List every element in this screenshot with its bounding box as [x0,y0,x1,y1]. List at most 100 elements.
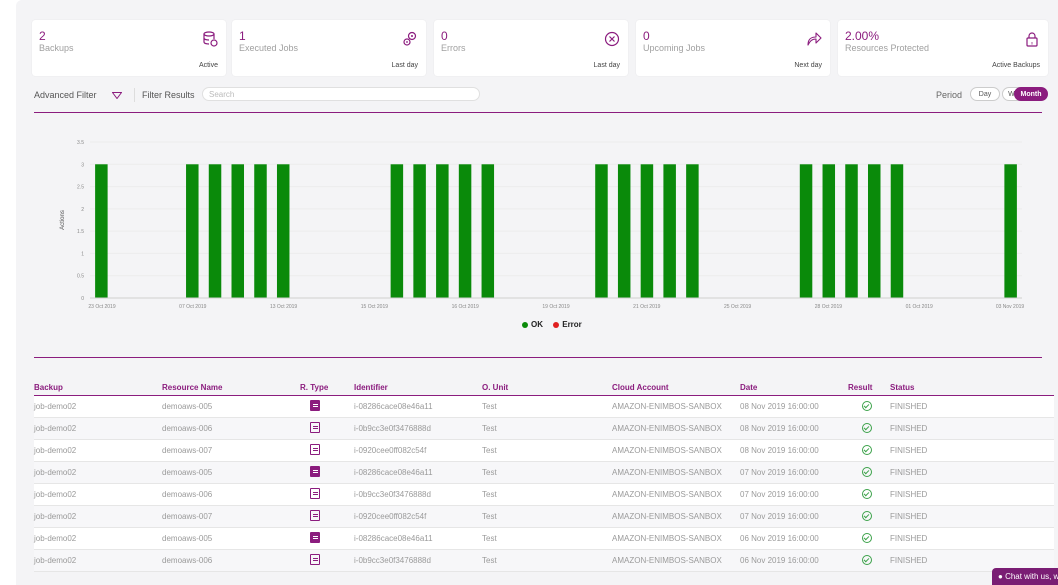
col-date[interactable]: Date [740,380,848,396]
backup-cell: job-demo02 [34,505,162,528]
check-circle-icon [862,466,872,477]
r-type-cell [300,439,354,462]
server-icon [310,510,320,521]
cloud-account-cell: AMAZON-ENIMBOS-SANBOX [612,395,740,418]
date-cell: 07 Nov 2019 16:00:00 [740,461,848,484]
identifier-cell: i-08286cace08e46a11 [354,461,482,484]
ok-bar [276,164,290,298]
result-cell [848,505,890,528]
filter-divider [134,88,135,102]
identifier-cell: i-0920cee0ff082c54f [354,505,482,528]
chat-widget-button[interactable]: ● Chat with us, w [992,568,1058,585]
legend-error-label[interactable]: Error [562,320,582,329]
backup-cell: job-demo02 [34,549,162,572]
ok-bar [413,164,426,298]
ok-bar [845,164,858,298]
period-day-button[interactable]: Day [970,87,1000,101]
x-tick-label: 19 Oct 2019 [542,304,569,310]
cloud-account-cell: AMAZON-ENIMBOS-SANBOX [612,549,740,572]
col-cloud-account[interactable]: Cloud Account [612,380,740,396]
table-row[interactable]: job-demo02 demoaws-007 i-0920cee0ff082c54f… [34,505,1054,528]
o-unit-cell: Test [482,395,612,418]
status-cell: FINISHED [890,439,1054,462]
identifier-cell: i-0b9cc3e0f3476888d [354,549,482,572]
svg-text:0: 0 [1031,41,1034,46]
filter-results-label: Filter Results [142,90,195,100]
legend-ok-label[interactable]: OK [531,320,543,329]
ok-bar [458,164,472,298]
card-resources-protected[interactable]: 2.00% Resources Protected 0 Active Backu… [838,20,1048,76]
result-cell [848,527,890,550]
ok-bar [890,164,904,298]
status-cell: FINISHED [890,527,1054,550]
resource-name-cell: demoaws-006 [162,483,300,506]
backup-cell: job-demo02 [34,527,162,550]
cloud-account-cell: AMAZON-ENIMBOS-SANBOX [612,439,740,462]
x-tick-label: 23 Oct 2019 [88,304,115,310]
result-cell [848,461,890,484]
date-cell: 06 Nov 2019 16:00:00 [740,549,848,572]
resource-name-cell: demoaws-007 [162,439,300,462]
ok-bar [595,164,608,298]
status-cell: FINISHED [890,483,1054,506]
col-resource-name[interactable]: Resource Name [162,380,300,396]
x-tick-label: 07 Oct 2019 [179,304,206,310]
col-backup[interactable]: Backup [34,380,162,396]
table-row[interactable]: job-demo02 demoaws-007 i-0920cee0ff082c54f… [34,439,1054,462]
cloud-account-cell: AMAZON-ENIMBOS-SANBOX [612,417,740,440]
status-cell: FINISHED [890,395,1054,418]
card-resources-count: 2.00% [845,29,880,43]
col-result[interactable]: Result [848,380,890,396]
chat-label: Chat with us, w [1005,572,1058,581]
card-backups[interactable]: 2 Backups Active [32,20,226,76]
search-input[interactable]: Search [202,87,480,101]
col-identifier[interactable]: Identifier [354,380,482,396]
table-row[interactable]: job-demo02 demoaws-005 i-08286cace08e46a11… [34,395,1054,418]
result-cell [848,395,890,418]
filter-funnel-icon[interactable] [112,92,122,99]
table-row[interactable]: job-demo02 demoaws-005 i-08286cace08e46a11… [34,461,1054,484]
ok-bar [1004,164,1017,298]
forward-arrow-icon [807,32,822,46]
card-errors-count: 0 [441,29,448,43]
table-row[interactable]: job-demo02 demoaws-006 i-0b9cc3e0f3476888d… [34,549,1054,572]
ok-bar [208,164,222,298]
col-status[interactable]: Status [890,380,1054,396]
y-tick-label: 2.5 [77,185,84,191]
table-row[interactable]: job-demo02 demoaws-006 i-0b9cc3e0f3476888d… [34,483,1054,506]
card-errors[interactable]: 0 Errors Last day [434,20,628,76]
result-cell [848,439,890,462]
server-icon [310,554,320,565]
ok-bar [686,164,699,298]
date-cell: 07 Nov 2019 16:00:00 [740,483,848,506]
identifier-cell: i-0b9cc3e0f3476888d [354,483,482,506]
result-cell [848,417,890,440]
y-tick-label: 1 [81,251,84,257]
o-unit-cell: Test [482,417,612,440]
period-month-button[interactable]: Month [1014,87,1048,101]
database-icon [203,31,218,47]
table-row[interactable]: job-demo02 demoaws-005 i-08286cace08e46a11… [34,527,1054,550]
check-circle-icon [862,532,872,543]
server-icon [310,400,320,411]
y-tick-label: 3.5 [77,140,84,146]
card-executed-jobs[interactable]: 1 Executed Jobs Last day [232,20,426,76]
gears-icon [403,31,417,46]
x-tick-label: 28 Oct 2019 [815,304,842,310]
advanced-filter-toggle[interactable]: Advanced Filter [34,90,97,100]
table-top-divider [34,357,1042,358]
legend-ok-dot [522,321,528,328]
o-unit-cell: Test [482,527,612,550]
col-r-type[interactable]: R. Type [300,380,354,396]
server-icon [310,466,320,477]
card-upcoming-jobs[interactable]: 0 Upcoming Jobs Next day [636,20,830,76]
col-o-unit[interactable]: O. Unit [482,380,612,396]
date-cell: 06 Nov 2019 16:00:00 [740,527,848,550]
x-tick-label: 03 Nov 2019 [996,304,1025,310]
identifier-cell: i-0920cee0ff082c54f [354,439,482,462]
table-row[interactable]: job-demo02 demoaws-006 i-0b9cc3e0f3476888d… [34,417,1054,440]
server-icon [310,532,320,543]
server-icon [310,444,320,455]
resource-name-cell: demoaws-005 [162,461,300,484]
ok-bar [95,164,108,298]
